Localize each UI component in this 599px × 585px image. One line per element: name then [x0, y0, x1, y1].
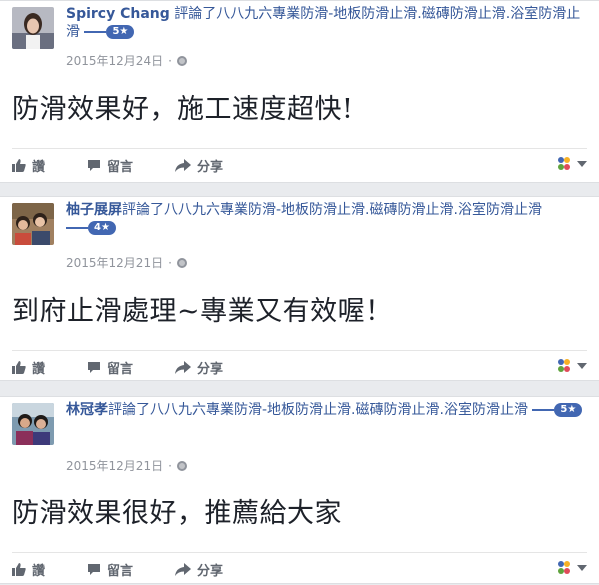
review-post: 林冠孝評論了八八九六專業防滑-地板防滑止滑.磁磚防滑止滑.浴室防滑止滑 5★ 2… — [0, 396, 599, 584]
review-text: 防滑效果好，施工速度超快! — [12, 94, 354, 125]
comment-icon — [88, 563, 101, 575]
reaction-selector[interactable] — [557, 560, 587, 576]
action-bar: 讚 留言 分享 — [12, 552, 587, 585]
review-text: 防滑效果很好，推薦給大家 — [12, 498, 342, 529]
action-bar: 讚 留言 分享 — [12, 148, 587, 181]
globe-icon — [176, 257, 187, 268]
post-header: Spircy Chang 評論了八八九六專業防滑-地板防滑止滑.磁磚防滑止滑.浴… — [66, 5, 586, 41]
share-button[interactable]: 分享 — [175, 156, 223, 175]
comment-button[interactable]: 留言 — [87, 560, 133, 579]
review-verb: 評論了 — [122, 202, 164, 218]
chevron-down-icon — [577, 363, 587, 369]
share-arrow-icon — [175, 158, 192, 172]
review-text: 到府止滑處理~專業又有效喔！ — [12, 296, 393, 327]
page-link[interactable]: 八八九六專業防滑-地板防滑止滑.磁磚防滑止滑.浴室防滑止滑 — [150, 402, 528, 418]
comment-label: 留言 — [107, 159, 134, 175]
post-meta: 2015年12月21日 · — [66, 457, 187, 474]
share-arrow-icon — [175, 360, 192, 374]
reviews-feed: Spircy Chang 評論了八八九六專業防滑-地板防滑止滑.磁磚防滑止滑.浴… — [0, 0, 599, 584]
rating-line — [66, 227, 88, 229]
like-button[interactable]: 讚 — [12, 156, 45, 175]
rating-badge: 4★ — [88, 221, 116, 235]
share-label: 分享 — [197, 159, 224, 175]
rating: 5★ — [84, 25, 135, 39]
meta-separator: · — [168, 53, 172, 68]
post-date[interactable]: 2015年12月21日 — [66, 254, 163, 271]
comment-icon — [88, 159, 101, 171]
post-meta: 2015年12月24日 · — [66, 52, 187, 69]
meta-separator: · — [168, 458, 172, 473]
rating-line — [532, 409, 555, 411]
rating-badge: 5★ — [106, 25, 135, 39]
review-post: 柚子展屏評論了八八九六專業防滑-地板防滑止滑.磁磚防滑止滑.浴室防滑止滑 4★ … — [0, 196, 599, 381]
post-meta: 2015年12月21日 · — [66, 254, 187, 271]
reaction-selector-icon — [558, 359, 570, 372]
review-verb: 評論了 — [108, 402, 150, 418]
page-link[interactable]: 八八九六專業防滑-地板防滑止滑.磁磚防滑止滑.浴室防滑止滑 — [164, 202, 542, 218]
avatar[interactable] — [12, 403, 54, 445]
review-post: Spircy Chang 評論了八八九六專業防滑-地板防滑止滑.磁磚防滑止滑.浴… — [0, 0, 599, 183]
action-bar: 讚 留言 分享 — [12, 350, 587, 383]
comment-label: 留言 — [107, 361, 134, 377]
like-button[interactable]: 讚 — [12, 358, 45, 377]
comment-button[interactable]: 留言 — [87, 156, 133, 175]
post-header: 柚子展屏評論了八八九六專業防滑-地板防滑止滑.磁磚防滑止滑.浴室防滑止滑 4★ — [66, 201, 586, 237]
comment-button[interactable]: 留言 — [87, 358, 133, 377]
author-name[interactable]: Spircy Chang — [66, 6, 170, 22]
thumbs-up-icon — [12, 361, 26, 374]
rating-badge: 5★ — [554, 403, 583, 417]
share-button[interactable]: 分享 — [175, 358, 223, 377]
chevron-down-icon — [577, 161, 587, 167]
reaction-selector[interactable] — [557, 156, 587, 172]
avatar[interactable] — [12, 203, 54, 245]
author-name[interactable]: 柚子展屏 — [66, 202, 122, 218]
thumbs-up-icon — [12, 159, 26, 172]
comment-label: 留言 — [107, 563, 134, 579]
reaction-selector-icon — [558, 157, 570, 170]
globe-icon — [176, 55, 187, 66]
meta-separator: · — [168, 255, 172, 270]
share-label: 分享 — [197, 563, 224, 579]
thumbs-up-icon — [12, 563, 26, 576]
post-header: 林冠孝評論了八八九六專業防滑-地板防滑止滑.磁磚防滑止滑.浴室防滑止滑 5★ — [66, 401, 586, 419]
avatar[interactable] — [12, 7, 54, 49]
post-date[interactable]: 2015年12月24日 — [66, 52, 163, 69]
reaction-selector[interactable] — [557, 358, 587, 374]
like-label: 讚 — [32, 563, 46, 579]
globe-icon — [176, 460, 187, 471]
share-arrow-icon — [175, 562, 192, 576]
review-verb: 評論了 — [174, 6, 217, 22]
like-button[interactable]: 讚 — [12, 560, 45, 579]
rating: 4★ — [66, 221, 116, 235]
share-button[interactable]: 分享 — [175, 560, 223, 579]
rating: 5★ — [532, 403, 583, 417]
reaction-selector-icon — [558, 561, 570, 574]
rating-line — [84, 31, 107, 33]
like-label: 讚 — [32, 159, 46, 175]
post-date[interactable]: 2015年12月21日 — [66, 457, 163, 474]
share-label: 分享 — [197, 361, 224, 377]
comment-icon — [88, 361, 101, 373]
chevron-down-icon — [577, 565, 587, 571]
author-name[interactable]: 林冠孝 — [66, 402, 108, 418]
like-label: 讚 — [32, 361, 46, 377]
